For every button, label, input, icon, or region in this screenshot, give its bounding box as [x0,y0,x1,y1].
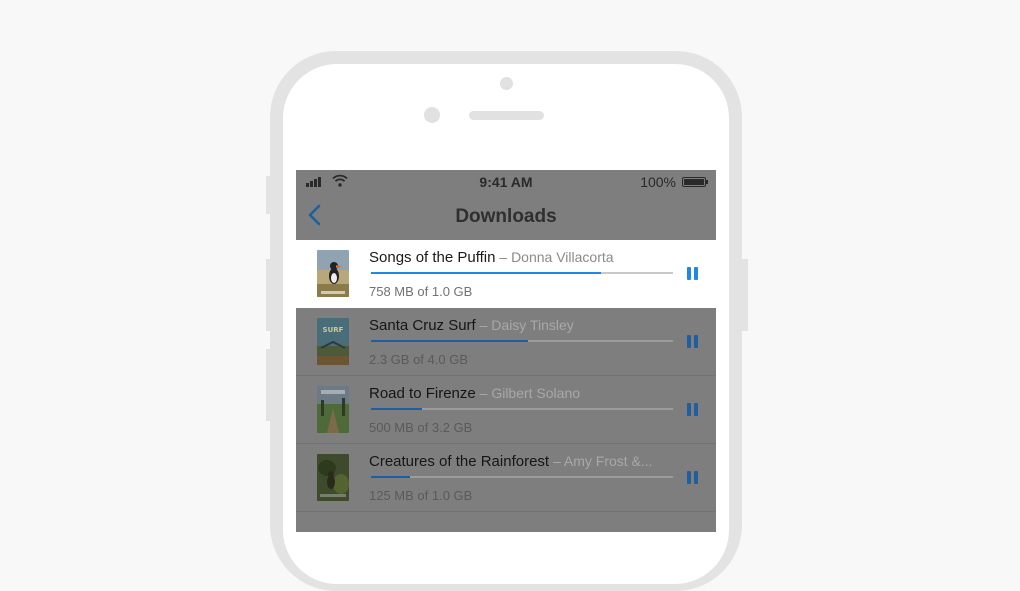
download-size: 758 MB of 1.0 GB [369,284,473,299]
download-progress-bar [371,340,673,342]
app-screen: 9:41 AM 100% Downloads Songs of the Puff… [296,170,716,532]
book-cover-image [317,386,349,433]
progress-fill [371,476,411,478]
download-item[interactable]: Road to Firenze – Gilbert Solano 500 MB … [296,376,716,444]
title-separator: – [549,453,564,469]
download-title-line: Road to Firenze – Gilbert Solano [369,385,679,402]
book-author: Daisy Tinsley [491,317,574,333]
page-title: Downloads [455,206,557,227]
book-author: Donna Villacorta [511,249,614,265]
book-title: Santa Cruz Surf [369,317,476,334]
battery-percent: 100% [640,174,676,190]
volume-up-button [266,259,272,331]
title-separator: – [495,249,512,265]
download-item[interactable]: SURF Santa Cruz Surf – Daisy Tinsley 2.3… [296,308,716,376]
download-progress-bar [371,408,673,410]
power-button [742,259,748,331]
pause-icon[interactable] [686,335,700,349]
title-separator: – [475,385,492,401]
book-cover-image [317,250,349,297]
status-bar: 9:41 AM 100% [296,170,716,192]
navigation-bar: Downloads [296,192,716,240]
silent-switch [266,176,272,214]
battery-icon [682,177,708,187]
proximity-sensor [424,107,440,123]
download-size: 500 MB of 3.2 GB [369,420,473,435]
progress-fill [371,272,601,274]
download-item[interactable]: Creatures of the Rainforest – Amy Frost … [296,444,716,512]
title-separator: – [475,317,492,333]
download-size: 125 MB of 1.0 GB [369,488,473,503]
pause-icon[interactable] [686,267,700,281]
book-cover-image [317,454,349,501]
download-title-line: Songs of the Puffin – Donna Villacorta [369,249,679,266]
book-author: Gilbert Solano [491,385,581,401]
pause-icon[interactable] [686,403,700,417]
download-item[interactable]: Songs of the Puffin – Donna Villacorta 7… [296,240,716,308]
cover-text: SURF [323,326,344,334]
book-title: Creatures of the Rainforest [369,453,550,470]
download-progress-bar [371,476,673,478]
book-title: Road to Firenze [369,385,476,402]
front-camera [500,77,513,90]
pause-icon[interactable] [686,471,700,485]
download-progress-bar [371,272,673,274]
download-title-line: Creatures of the Rainforest – Amy Frost … [369,453,679,470]
download-size: 2.3 GB of 4.0 GB [369,352,468,367]
book-cover-image: SURF [317,318,349,365]
earpiece-speaker [469,111,544,120]
download-title-line: Santa Cruz Surf – Daisy Tinsley [369,317,679,334]
progress-fill [371,408,423,410]
book-author: Amy Frost &... [563,453,653,469]
book-title: Songs of the Puffin [369,249,496,266]
progress-fill [371,340,529,342]
volume-down-button [266,349,272,421]
